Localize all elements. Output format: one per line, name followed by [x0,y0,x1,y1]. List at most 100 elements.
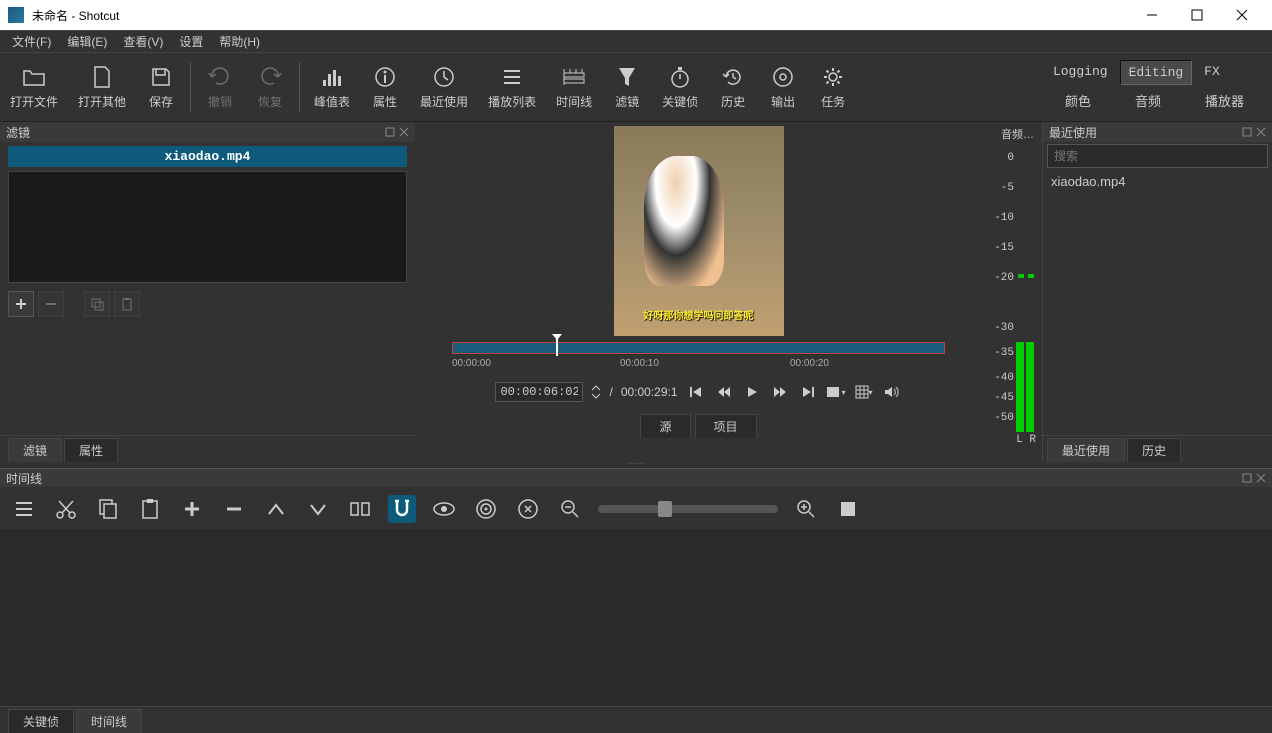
playlist-label: 播放列表 [488,93,536,110]
undo-button[interactable]: 撤销 [195,61,245,114]
timeline-tracks[interactable] [0,531,1272,706]
append-button[interactable] [178,495,206,523]
color-button[interactable]: 颜色 [1045,87,1111,114]
undo-icon [208,65,232,89]
redo-button[interactable]: 恢复 [245,61,295,114]
remove-filter-button[interactable] [38,291,64,317]
meter-value: -15 [994,242,1014,254]
tab-timeline[interactable]: 时间线 [76,709,142,733]
fast-forward-button[interactable] [770,382,790,402]
recent-item[interactable]: xiaodao.mp4 [1043,170,1272,193]
open-file-button[interactable]: 打开文件 [0,61,68,114]
tab-history[interactable]: 历史 [1127,438,1181,462]
grid-button[interactable]: ▾ [854,382,874,402]
timeline-menu-button[interactable] [10,495,38,523]
gear-icon [821,65,845,89]
overwrite-button[interactable] [304,495,332,523]
copy-button[interactable] [94,495,122,523]
editing-button[interactable]: Editing [1120,60,1193,85]
maximize-button[interactable] [1174,0,1219,30]
folder-icon [22,65,46,89]
tab-keyframes[interactable]: 关键侦 [8,709,74,733]
properties-button[interactable]: 属性 [360,61,410,114]
menu-edit[interactable]: 编辑(E) [59,31,115,52]
undock-icon[interactable] [385,127,395,137]
zoom-slider[interactable] [598,505,778,513]
open-other-label: 打开其他 [78,93,126,110]
cut-button[interactable] [52,495,80,523]
zoom-fit-button[interactable] [834,495,862,523]
keyframes-label: 关键侦 [662,93,698,110]
scrub-button[interactable] [430,495,458,523]
history-button[interactable]: 历史 [708,61,758,114]
paste-filter-button[interactable] [114,291,140,317]
audio-meter-panel: 音频… 0 -5 -10 -15 -20 -30 -35 -40 -45 -50… [982,122,1042,462]
search-input[interactable] [1047,144,1268,168]
close-panel-icon[interactable] [1256,473,1266,483]
menu-help[interactable]: 帮助(H) [211,31,268,52]
zoom-out-button[interactable] [556,495,584,523]
zoom-handle[interactable] [658,501,672,517]
volume-button[interactable] [882,382,902,402]
logging-button[interactable]: Logging [1045,60,1116,85]
jobs-button[interactable]: 任务 [808,61,858,114]
recent-button[interactable]: 最近使用 [410,61,478,114]
zoom-in-button[interactable] [792,495,820,523]
tab-filters[interactable]: 滤镜 [8,438,62,462]
open-other-button[interactable]: 打开其他 [68,61,136,114]
save-button[interactable]: 保存 [136,61,186,114]
menu-file[interactable]: 文件(F) [4,31,59,52]
tab-properties[interactable]: 属性 [64,438,118,462]
close-panel-icon[interactable] [399,127,409,137]
lift-button[interactable] [262,495,290,523]
meter-value: -10 [994,212,1014,224]
export-button[interactable]: 输出 [758,61,808,114]
peak-meter-label: 峰值表 [314,93,350,110]
menu-settings[interactable]: 设置 [171,31,211,52]
tab-project[interactable]: 项目 [695,414,757,438]
skip-start-button[interactable] [686,382,706,402]
time-stepper-icon[interactable] [591,384,601,400]
add-filter-button[interactable] [8,291,34,317]
playlist-button[interactable]: 播放列表 [478,61,546,114]
timeline-button[interactable]: 时间线 [546,61,602,114]
undo-label: 撤销 [208,93,232,110]
close-button[interactable] [1219,0,1264,30]
playhead[interactable] [556,338,558,356]
ripple-all-button[interactable] [514,495,542,523]
undock-icon[interactable] [1242,473,1252,483]
play-button[interactable] [742,382,762,402]
file-item[interactable]: xiaodao.mp4 [8,146,407,167]
filters-button[interactable]: 滤镜 [602,61,652,114]
current-time-input[interactable] [495,382,583,402]
close-panel-icon[interactable] [1256,127,1266,137]
minimize-button[interactable] [1129,0,1174,30]
keyframes-button[interactable]: 关键侦 [652,61,708,114]
zoom-fit-button[interactable]: ▾ [826,382,846,402]
tab-source[interactable]: 源 [640,414,690,438]
tab-recent[interactable]: 最近使用 [1047,438,1125,462]
history-icon [721,65,745,89]
meter-value: -45 [994,392,1014,404]
rewind-button[interactable] [714,382,734,402]
ruler-time: 00:00:20 [790,358,829,369]
undock-icon[interactable] [1242,127,1252,137]
split-button[interactable] [346,495,374,523]
duration-label: 00:00:29:1 [621,385,678,399]
peak-meter-button[interactable]: 峰值表 [304,61,360,114]
menu-view[interactable]: 查看(V) [115,31,171,52]
meter-peak-right [1028,274,1034,278]
remove-button[interactable] [220,495,248,523]
skip-end-button[interactable] [798,382,818,402]
ripple-button[interactable] [472,495,500,523]
fx-button[interactable]: FX [1196,60,1228,85]
player-button[interactable]: 播放器 [1185,87,1264,114]
recent-label: 最近使用 [420,93,468,110]
copy-filter-button[interactable] [84,291,110,317]
video-preview[interactable]: 好呀那你想学吗问即答呢 [614,126,784,336]
audio-button[interactable]: 音频 [1115,87,1181,114]
scrubber[interactable]: 00:00:00 00:00:10 00:00:20 [446,338,951,378]
menubar: 文件(F) 编辑(E) 查看(V) 设置 帮助(H) [0,30,1272,52]
snap-button[interactable] [388,495,416,523]
paste-button[interactable] [136,495,164,523]
